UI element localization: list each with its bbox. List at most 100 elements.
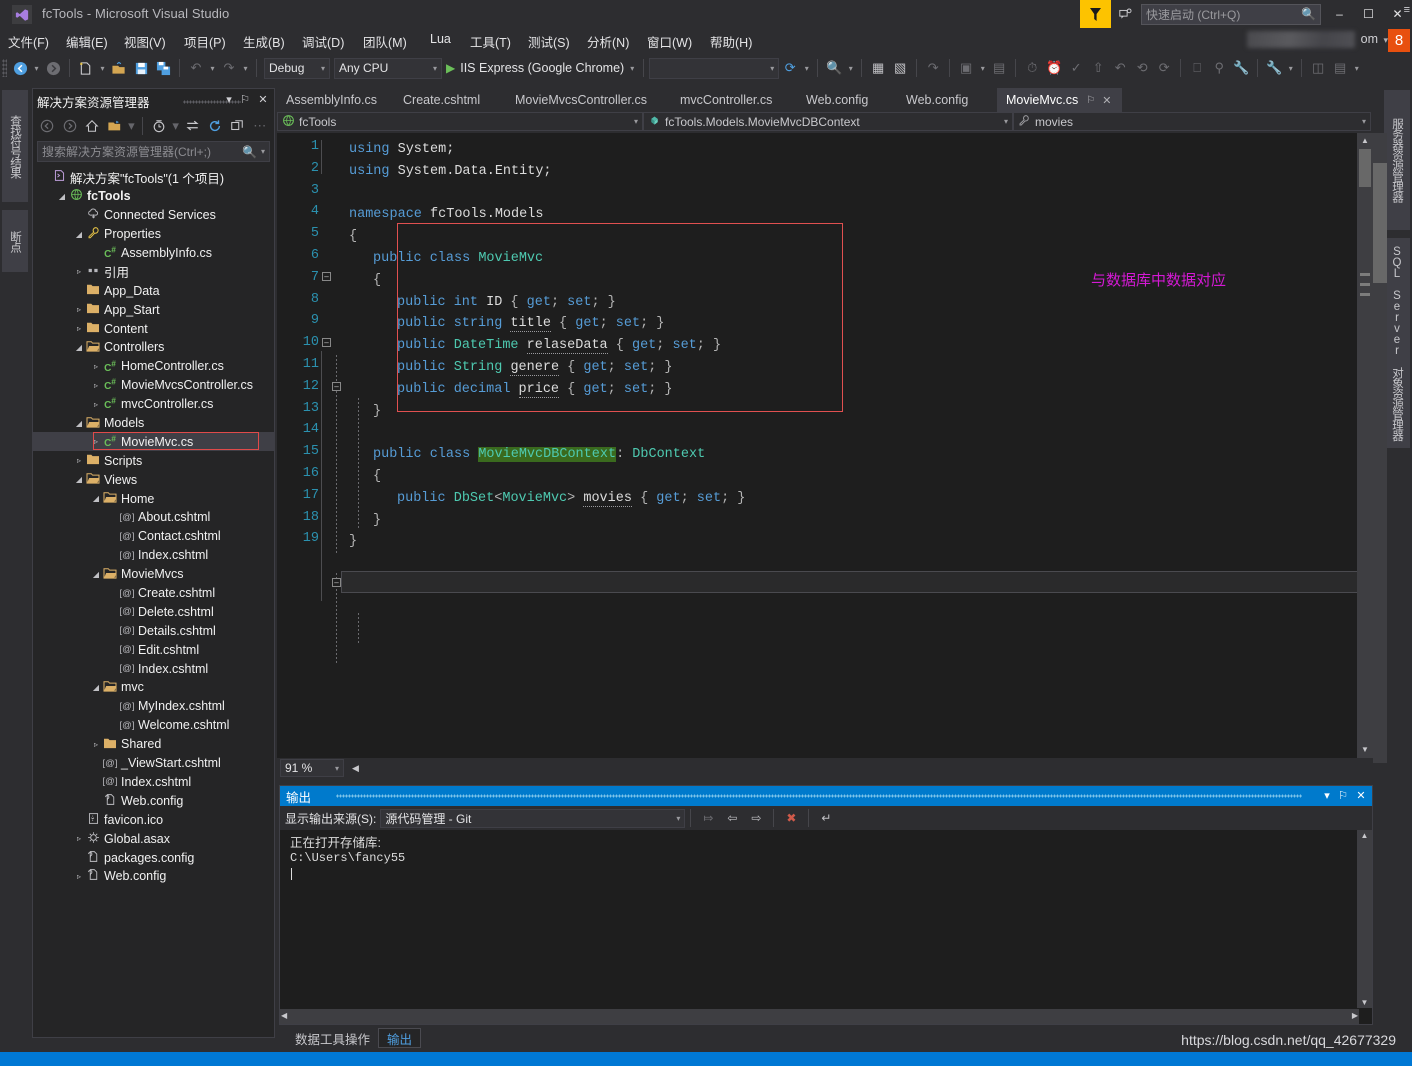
tree-item-fctools[interactable]: ◢ fcTools xyxy=(33,187,274,206)
right-scroll-track[interactable] xyxy=(1373,283,1387,763)
vertical-tab-find-symbol-results[interactable]: 查找符号结果 xyxy=(2,90,28,202)
output-vertical-scrollbar[interactable]: ▲ ▼ xyxy=(1357,830,1372,1008)
navigate-backward-caret-icon[interactable]: ▾ xyxy=(31,64,42,73)
database-icon[interactable]: ⎕ xyxy=(1186,57,1208,79)
scroll-down-icon[interactable]: ▼ xyxy=(1357,998,1372,1007)
refresh-icon[interactable]: ⟳ xyxy=(779,57,801,79)
code-line[interactable]: { xyxy=(349,226,357,248)
vertical-tab-server-explorer[interactable]: 服务器资源管理器 xyxy=(1384,90,1410,230)
tree-item-app-start[interactable]: ▹ App_Start xyxy=(33,300,274,319)
editor-tab-mvccontroller-cs[interactable]: mvcController.cs xyxy=(671,88,797,112)
overflow-icon[interactable]: ▾ xyxy=(1351,64,1362,73)
tree-item-mvc[interactable]: ◢ mvc xyxy=(33,678,274,697)
fold-toggle-line4[interactable]: – xyxy=(322,338,331,347)
scroll-thumb[interactable] xyxy=(1359,149,1371,187)
upload-icon[interactable]: ⇧ xyxy=(1087,57,1109,79)
menu-edit[interactable]: 编辑(E) xyxy=(66,32,108,51)
wrench-icon[interactable]: 🔧 xyxy=(1230,57,1252,79)
account-name[interactable]: om xyxy=(1361,32,1378,46)
tree-item-packages-config[interactable]: packages.config xyxy=(33,848,274,867)
tree-item-index-cshtml[interactable]: [@] Index.cshtml xyxy=(33,659,274,678)
editor-vertical-scrollbar[interactable]: ▲ ▼ xyxy=(1357,133,1373,758)
save-icon[interactable] xyxy=(130,57,152,79)
tree-expander-icon[interactable]: ▹ xyxy=(90,362,102,371)
code-line[interactable]: using System; xyxy=(349,139,454,161)
right-scroll-up-region[interactable] xyxy=(1373,133,1387,163)
panel-dropdown-icon[interactable]: ▾ xyxy=(222,93,236,106)
tree-item-content[interactable]: ▹ Content xyxy=(33,319,274,338)
code-editor[interactable]: 1 2 3 4 5 6 7 8 9 10 11 12 13 14 15 16 17 18 19 using Syst… xyxy=(277,133,1373,758)
settings-caret-icon[interactable]: ▾ xyxy=(1285,64,1296,73)
tree-item-homecontroller-cs[interactable]: ▹ C# HomeController.cs xyxy=(33,357,274,376)
tree-item-details-cshtml[interactable]: [@] Details.cshtml xyxy=(33,621,274,640)
vertical-tab-sql-server-object-explorer[interactable]: SQL Server 对象资源管理器 xyxy=(1384,238,1410,448)
clock-up-icon[interactable]: ⏰ xyxy=(1043,57,1065,79)
navbar-member-select[interactable]: movies ▾ xyxy=(1013,112,1371,131)
pin-icon[interactable]: ⚐ xyxy=(1336,789,1350,802)
bottom-tab-data-tools[interactable]: 数据工具操作 xyxy=(287,1028,378,1048)
tree-item-contact-cshtml[interactable]: [@] Contact.cshtml xyxy=(33,527,274,546)
send-feedback-icon[interactable] xyxy=(1080,0,1111,28)
tree-item-create-cshtml[interactable]: [@] Create.cshtml xyxy=(33,584,274,603)
fold-toggle-line15[interactable]: – xyxy=(332,578,341,587)
find-caret-icon[interactable]: ▾ xyxy=(845,64,856,73)
code-line[interactable]: { xyxy=(373,466,381,488)
tree-item-favicon-ico[interactable]: favicon.ico xyxy=(33,810,274,829)
tree-item-edit-cshtml[interactable]: [@] Edit.cshtml xyxy=(33,640,274,659)
previous-message-icon[interactable]: ⇦ xyxy=(720,808,744,828)
tree-item-moviemvc-cs[interactable]: ▹ C# MovieMvc.cs xyxy=(33,432,274,452)
tree-item-scripts[interactable]: ▹ Scripts xyxy=(33,451,274,470)
code-line[interactable]: public class MovieMvcDBContext: DbContex… xyxy=(373,444,705,466)
tab-overflow-icon[interactable]: ≡ xyxy=(1404,4,1410,16)
tree-expander-icon[interactable]: ◢ xyxy=(90,494,102,503)
zoom-level-select[interactable]: 91 % ▾ xyxy=(280,759,344,777)
code-line[interactable]: { xyxy=(373,270,381,292)
tree-item-moviemvcscontroller-cs[interactable]: ▹ C# MovieMvcsController.cs xyxy=(33,376,274,395)
menu-file[interactable]: 文件(F) xyxy=(8,32,49,51)
tree-item-shared[interactable]: ▹ Shared xyxy=(33,735,274,754)
tree-expander-icon[interactable]: ◢ xyxy=(90,570,102,579)
tree-item-myindex-cshtml[interactable]: [@] MyIndex.cshtml xyxy=(33,697,274,716)
more-options-icon[interactable]: ⋯ xyxy=(249,115,272,137)
designer-icon[interactable]: ▣ xyxy=(955,57,977,79)
tree-item-viewstart-cshtml[interactable]: [@] _ViewStart.cshtml xyxy=(33,754,274,773)
new-project-icon[interactable] xyxy=(75,57,97,79)
history-icon[interactable]: ⟲ xyxy=(1131,57,1153,79)
editor-tab-web-config[interactable]: Web.config xyxy=(797,88,897,112)
menu-tools[interactable]: 工具(T) xyxy=(470,32,511,51)
editor-tab-moviemvc-cs[interactable]: MovieMvc.cs ⚐ ✕ xyxy=(997,88,1122,112)
tree-expander-icon[interactable]: ▹ xyxy=(73,456,85,465)
navbar-type-select[interactable]: fcTools.Models.MovieMvcDBContext ▾ xyxy=(643,112,1013,131)
bottom-tab-output[interactable]: 输出 xyxy=(378,1028,422,1048)
collapse-all-icon[interactable] xyxy=(226,115,249,137)
validate-icon[interactable]: ✓ xyxy=(1065,57,1087,79)
code-line[interactable]: using System.Data.Entity; xyxy=(349,161,552,183)
code-line[interactable]: } xyxy=(373,401,381,423)
pin-icon[interactable]: ⚐ xyxy=(238,93,252,106)
menu-build[interactable]: 生成(B) xyxy=(243,32,285,51)
menu-analyze[interactable]: 分析(N) xyxy=(587,32,629,51)
toggle-word-wrap-icon[interactable]: ↵ xyxy=(814,808,838,828)
clock-down-icon[interactable]: ⏱ xyxy=(1021,57,1043,79)
code-line[interactable]: public DbSet<MovieMvc> movies { get; set… xyxy=(397,488,745,510)
undo-icon[interactable]: ↶ xyxy=(185,57,207,79)
add-table-icon[interactable]: ▧ xyxy=(889,57,911,79)
sync-views-icon[interactable] xyxy=(181,115,204,137)
editor-tab-create-cshtml[interactable]: Create.cshtml xyxy=(394,88,506,112)
solution-tree[interactable]: 解决方案"fcTools"(1 个项目) ◢ fcTools Connected Se… xyxy=(33,166,274,1051)
navbar-project-select[interactable]: fcTools ▾ xyxy=(277,112,643,131)
tree-item-models[interactable]: ◢ Models xyxy=(33,414,274,433)
menu-window[interactable]: 窗口(W) xyxy=(647,32,692,51)
tree-item-assemblyinfo-cs[interactable]: C# AssemblyInfo.cs xyxy=(33,244,274,263)
tree-expander-icon[interactable]: ▹ xyxy=(90,740,102,749)
code-line[interactable]: } xyxy=(373,510,381,532)
menu-lua[interactable]: Lua xyxy=(430,32,451,46)
output-text-area[interactable]: 正在打开存储库: C:\Users\fancy55 xyxy=(280,830,1372,1004)
pending-changes-icon[interactable] xyxy=(104,115,127,137)
refresh-caret-icon[interactable]: ▾ xyxy=(801,64,812,73)
menu-project[interactable]: 项目(P) xyxy=(184,32,226,51)
output-source-select[interactable]: 源代码管理 - Git ▾ xyxy=(380,808,686,828)
fold-toggle-line6[interactable]: – xyxy=(332,382,341,391)
undo-caret-icon[interactable]: ▾ xyxy=(207,64,218,73)
grid-icon[interactable]: ▤ xyxy=(988,57,1010,79)
